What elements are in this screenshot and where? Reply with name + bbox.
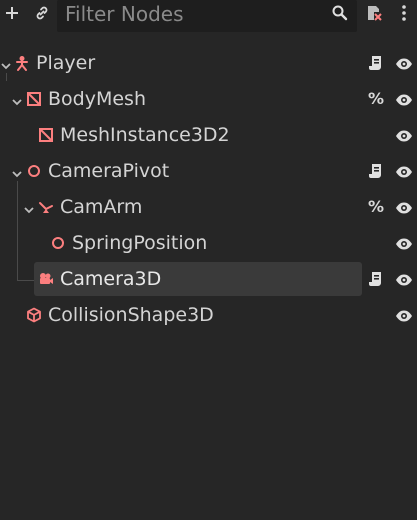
- node-label: SpringPosition: [72, 230, 207, 256]
- chevron-down-icon[interactable]: [11, 165, 23, 177]
- tree-row-collisionshape3d[interactable]: CollisionShape3D: [0, 297, 417, 333]
- node3d-icon: [26, 91, 42, 107]
- tree-row-camera3d[interactable]: Camera3D: [0, 261, 417, 297]
- script-icon[interactable]: [368, 162, 384, 180]
- kebab-menu-icon[interactable]: [392, 0, 416, 26]
- unique-name-indicator[interactable]: %: [368, 195, 384, 219]
- script-icon[interactable]: [368, 270, 384, 288]
- eye-visibility-icon[interactable]: [395, 164, 413, 178]
- collision-shape-icon: [26, 307, 42, 323]
- eye-visibility-icon[interactable]: [395, 308, 413, 322]
- chevron-down-icon[interactable]: [23, 201, 35, 213]
- scene-filter-icon[interactable]: [362, 0, 386, 26]
- node-label: CollisionShape3D: [48, 302, 214, 328]
- chevron-down-icon[interactable]: [0, 57, 12, 69]
- filter-nodes-field[interactable]: [57, 0, 357, 32]
- eye-visibility-icon[interactable]: [395, 272, 413, 286]
- eye-visibility-icon[interactable]: [395, 128, 413, 142]
- tree-row-camerapivot[interactable]: CameraPivot: [0, 153, 417, 189]
- mesh-instance-icon: [38, 127, 54, 143]
- unique-name-indicator[interactable]: %: [368, 87, 384, 111]
- eye-visibility-icon[interactable]: [395, 200, 413, 214]
- eye-visibility-icon[interactable]: [395, 56, 413, 70]
- chevron-down-icon[interactable]: [11, 93, 23, 105]
- camera-icon: [38, 271, 54, 287]
- eye-visibility-icon[interactable]: [395, 236, 413, 250]
- tree-row-player[interactable]: Player: [0, 45, 417, 81]
- link-icon[interactable]: [30, 0, 54, 26]
- node-label: BodyMesh: [48, 86, 146, 112]
- eye-visibility-icon[interactable]: [395, 92, 413, 106]
- tree-row-springposition[interactable]: SpringPosition: [0, 225, 417, 261]
- marker-icon: [50, 235, 66, 251]
- node-label: MeshInstance3D2: [60, 122, 230, 148]
- scene-toolbar: [0, 0, 417, 32]
- tree-row-bodymesh[interactable]: BodyMesh %: [0, 81, 417, 117]
- character-body-icon: [14, 55, 30, 71]
- marker-icon: [26, 163, 42, 179]
- search-icon: [331, 4, 349, 22]
- tree-row-camarm[interactable]: CamArm %: [0, 189, 417, 225]
- script-icon[interactable]: [368, 54, 384, 72]
- node-label: CameraPivot: [48, 158, 169, 184]
- node-label: CamArm: [60, 194, 142, 220]
- node-label: Player: [36, 50, 95, 76]
- spring-arm-icon: [38, 199, 54, 215]
- plus-icon[interactable]: [0, 0, 24, 26]
- filter-nodes-input[interactable]: [65, 0, 325, 27]
- tree-row-meshinstance3d2[interactable]: MeshInstance3D2: [0, 117, 417, 153]
- node-label: Camera3D: [60, 266, 161, 292]
